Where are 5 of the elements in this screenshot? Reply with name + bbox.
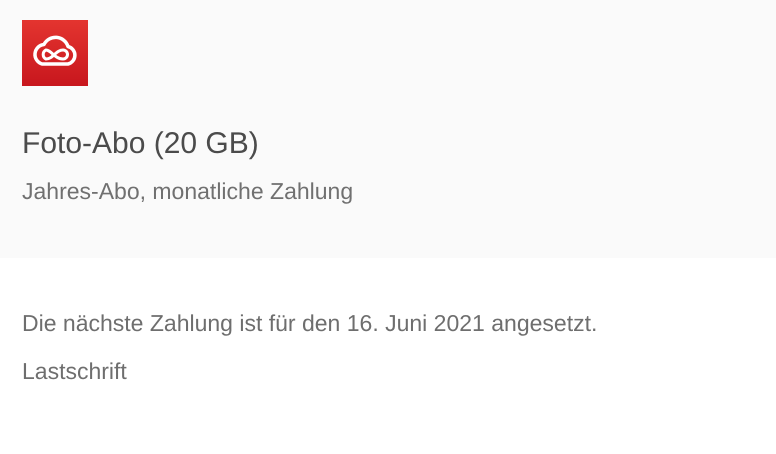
payment-detail: Die nächste Zahlung ist für den 16. Juni 2021 angesetzt. — [22, 309, 598, 338]
payment-detail: Lastschrift — [22, 357, 127, 386]
app-logo-icon — [22, 20, 88, 86]
plan-subtitle: Jahres-Abo, monatliche Zahlung — [22, 177, 354, 206]
plan-title: Foto-Abo (20 GB) — [22, 126, 260, 162]
